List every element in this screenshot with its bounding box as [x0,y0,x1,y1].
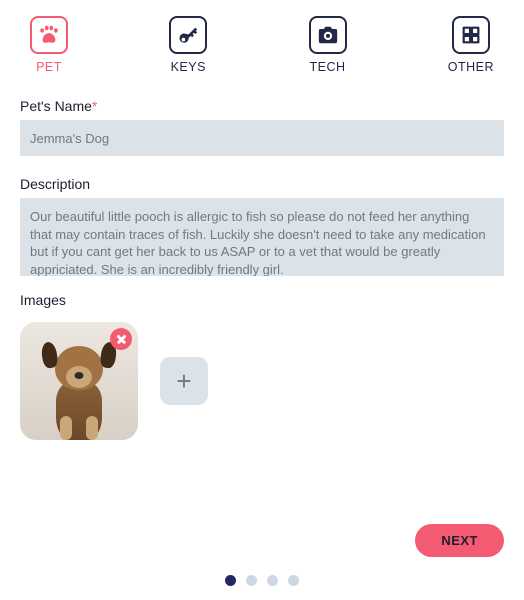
progress-dot [288,575,299,586]
category-tabs: PET KEYS TECH OTHER [20,16,504,74]
add-image-button[interactable]: + [160,357,208,405]
progress-dot [225,575,236,586]
plus-icon: + [176,366,191,397]
tab-other[interactable]: OTHER [448,16,494,74]
tab-label: PET [36,60,62,74]
images-label: Images [20,292,504,308]
images-row: + [20,322,504,440]
grid-icon [452,16,490,54]
next-button[interactable]: NEXT [415,524,504,557]
progress-dot [267,575,278,586]
tab-label: OTHER [448,60,494,74]
description-textarea[interactable] [20,198,504,276]
remove-image-button[interactable] [110,328,132,350]
progress-dots [225,575,299,590]
tab-label: KEYS [171,60,206,74]
dog-image [44,342,114,440]
tab-keys[interactable]: KEYS [169,16,207,74]
keys-icon [169,16,207,54]
camera-icon [309,16,347,54]
tab-tech[interactable]: TECH [309,16,347,74]
image-thumbnail[interactable] [20,322,138,440]
pet-name-input[interactable] [20,120,504,156]
paw-icon [30,16,68,54]
pet-name-label: Pet's Name* [20,98,504,114]
description-label: Description [20,176,504,192]
tab-pet[interactable]: PET [30,16,68,74]
progress-dot [246,575,257,586]
tab-label: TECH [309,60,345,74]
required-marker: * [92,98,97,114]
